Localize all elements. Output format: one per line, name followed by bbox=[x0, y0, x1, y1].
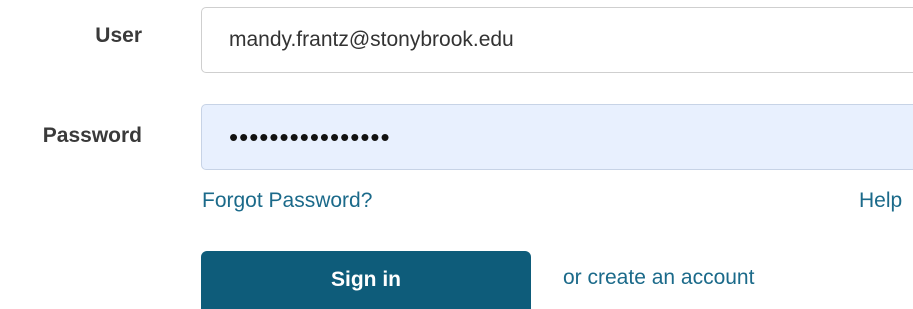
sign-in-button[interactable]: Sign in bbox=[201, 251, 531, 309]
password-input[interactable]: •••••••••••••••• bbox=[201, 104, 913, 170]
login-form: User mandy.frantz@stonybrook.edu Passwor… bbox=[0, 0, 913, 309]
user-label: User bbox=[95, 24, 142, 47]
help-link[interactable]: Help bbox=[859, 189, 902, 213]
forgot-password-link[interactable]: Forgot Password? bbox=[202, 189, 372, 213]
create-account-link[interactable]: or create an account bbox=[563, 266, 754, 290]
user-input[interactable]: mandy.frantz@stonybrook.edu bbox=[201, 7, 913, 73]
password-label: Password bbox=[42, 124, 142, 147]
